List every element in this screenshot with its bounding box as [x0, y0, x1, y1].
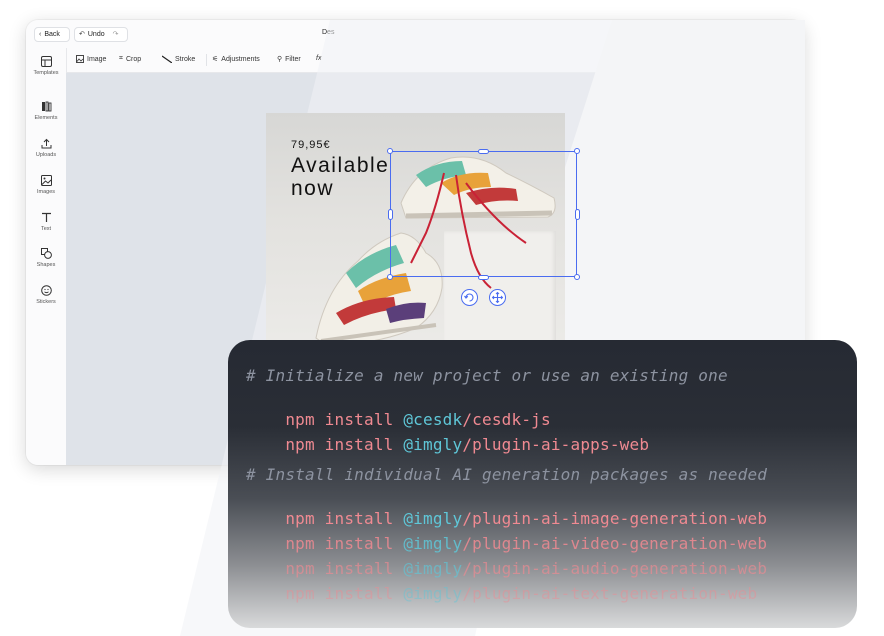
resize-handle-bottom[interactable] [478, 275, 489, 280]
resize-handle-top-right[interactable] [574, 148, 580, 154]
filter-icon: ⚲ [277, 56, 283, 63]
adjustments-tool[interactable]: ⚟ Adjustments [212, 55, 260, 64]
resize-handle-right[interactable] [575, 209, 580, 220]
redo-icon[interactable]: ↷ [113, 27, 119, 42]
preview-button[interactable]: eview [620, 35, 646, 46]
effects-tool-label: fx [316, 55, 322, 62]
stroke-icon [162, 55, 172, 63]
back-button[interactable]: ‹ Back [34, 27, 70, 42]
resize-handle-bottom-right[interactable] [574, 274, 580, 280]
sidebar-label: Stickers [36, 299, 56, 305]
crop-tool-label: Crop [125, 55, 142, 63]
sidebar-item-images[interactable]: Images [26, 175, 66, 195]
package-name: /plugin-ai-text-generation-web [462, 584, 758, 603]
image-icon [40, 175, 52, 186]
crop-tool[interactable]: ⌗ Crop [119, 55, 141, 63]
toolbar-divider [206, 54, 207, 66]
stroke-tool-label: Stroke [175, 55, 196, 63]
headline-line-1: Available [291, 154, 390, 177]
print-label: Print [750, 34, 771, 45]
inspector-toolbar: Image ⌗ Crop Stroke ⚟ Adjustments ⚲ Filt… [66, 48, 804, 73]
filter-tool[interactable]: ⚲ Filter [277, 55, 301, 64]
upload-icon [41, 138, 51, 149]
image-icon [76, 55, 84, 63]
npm-command: npm install [285, 584, 404, 603]
code-comment: # Install individual AI generation packa… [246, 465, 768, 484]
image-tool-label: Image [87, 55, 107, 63]
filter-tool-label: Filter [285, 55, 301, 63]
adjustments-tool-label: Adjustments [221, 55, 260, 63]
code-snippet-panel: # Initialize a new project or use an exi… [228, 340, 857, 628]
package-scope: @imgly [403, 435, 463, 454]
npm-command: npm install [285, 435, 404, 454]
text-icon [41, 212, 51, 222]
sidebar-label: Text [40, 226, 52, 232]
move-icon [491, 291, 504, 304]
headline-text[interactable]: Available now [291, 154, 389, 200]
sticker-icon [40, 285, 52, 296]
effects-tool[interactable]: fx [316, 55, 321, 62]
selection-frame[interactable] [390, 151, 577, 277]
stroke-tool[interactable]: Stroke [162, 55, 195, 63]
image-tool[interactable]: Image [76, 55, 106, 63]
zoom-out-icon[interactable] [688, 32, 702, 46]
elements-icon [41, 101, 51, 112]
rotate-icon [464, 293, 474, 302]
sidebar-label: Shapes [36, 262, 56, 268]
sidebar-label: Elements [34, 115, 58, 121]
sidebar-item-uploads[interactable]: Uploads [26, 138, 66, 158]
sidebar-item-stickers[interactable]: Stickers [26, 285, 66, 305]
shapes-icon [40, 248, 52, 259]
asset-sidebar: Templates Elements Uploads Images Text S… [26, 48, 67, 465]
document-title[interactable]: Des [322, 29, 334, 36]
crop-icon: ⌗ [119, 55, 123, 62]
undo-redo-group: ↶ Undo ↷ [74, 27, 128, 42]
templates-icon [40, 56, 52, 67]
code-line: npm install @imgly/plugin-ai-text-genera… [246, 565, 757, 622]
move-button[interactable] [489, 289, 506, 306]
sidebar-item-elements[interactable]: Elements [26, 101, 66, 121]
adjustments-icon: ⚟ [212, 56, 219, 63]
chevron-left-icon: ‹ [39, 31, 42, 38]
zoom-in-icon[interactable] [663, 32, 677, 46]
sidebar-label: Uploads [35, 152, 57, 158]
price-text[interactable]: 79,95€ [291, 139, 331, 151]
sidebar-item-text[interactable]: Text [26, 212, 66, 232]
sidebar-item-shapes[interactable]: Shapes [26, 248, 66, 268]
headline-line-2: now [291, 177, 335, 200]
undo-icon[interactable]: ↶ [79, 27, 85, 42]
sidebar-item-templates[interactable]: Templates [26, 56, 66, 76]
resize-handle-left[interactable] [388, 209, 393, 220]
back-label: Back [44, 31, 60, 38]
print-button[interactable]: Print → [750, 34, 786, 45]
arrow-right-icon: → [775, 34, 786, 45]
resize-handle-bottom-left[interactable] [387, 274, 393, 280]
rotate-button[interactable] [461, 289, 478, 306]
undo-button[interactable]: Undo [88, 27, 105, 42]
code-comment: # Initialize a new project or use an exi… [246, 366, 728, 385]
sidebar-label: Templates [33, 70, 59, 76]
package-scope: @imgly [403, 584, 463, 603]
resize-handle-top-left[interactable] [387, 148, 393, 154]
editor-topbar: ‹ Back ↶ Undo ↷ Des eview Print → [26, 20, 804, 49]
sidebar-label: Images [36, 189, 56, 195]
resize-handle-top[interactable] [478, 149, 489, 154]
package-name: /plugin-ai-apps-web [462, 435, 650, 454]
